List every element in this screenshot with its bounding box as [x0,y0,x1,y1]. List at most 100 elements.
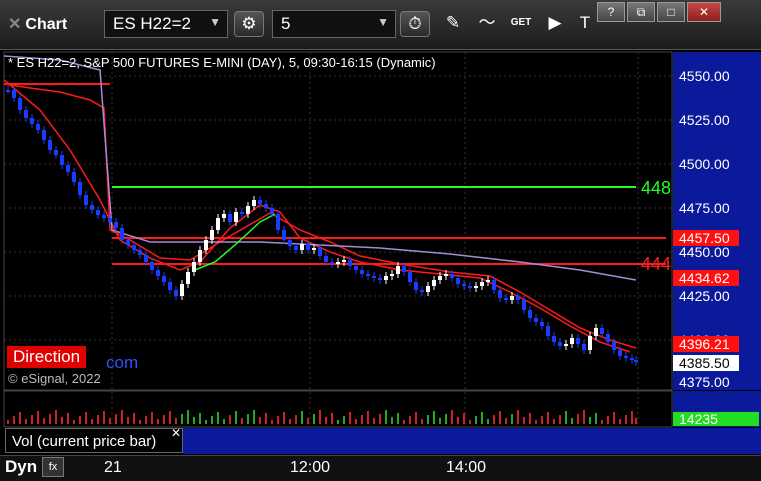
price-tick-label: 4550.00 [679,68,730,84]
volume-bar [439,418,441,424]
candle [360,270,364,274]
candle [528,310,532,318]
volume-bar [373,418,375,424]
restore-button[interactable]: ⧉ [627,2,655,22]
candle [516,296,520,300]
volume-bar [517,410,519,424]
candle [426,286,430,292]
candle [300,244,304,250]
candle [72,172,76,182]
candle [84,195,88,205]
volume-bar [115,414,117,424]
candle [318,248,322,256]
interval-field[interactable]: 5 ▼ [272,10,396,38]
close-x-icon[interactable]: ✕ [8,16,21,33]
candle [192,262,196,272]
candle [432,280,436,286]
close-window-button[interactable]: ✕ [687,2,721,22]
time-tick: 14:00 [446,459,487,476]
volume-bar [73,420,75,424]
candle [222,214,226,218]
volume-bar [635,418,637,424]
volume-bar [175,418,177,424]
volume-bar [319,410,321,424]
close-icon[interactable]: ✕ [171,426,181,440]
restore-icon: ⧉ [636,5,646,19]
draw-pencil-button[interactable]: ✎ [438,11,468,37]
volume-bar [289,419,291,424]
get-button[interactable]: GET [506,11,536,37]
volume-bar [61,417,63,424]
play-button[interactable]: ▶ [540,11,570,37]
chevron-down-icon[interactable]: ▼ [377,15,389,29]
volume-bar [433,411,435,424]
chart-subtitle: * ES H22=2, S&P 500 FUTURES E-MINI (DAY)… [8,55,436,70]
volume-bar [451,410,453,424]
volume-bar [523,417,525,424]
candle [78,182,82,195]
volume-bar [415,412,417,424]
copyright-text: © eSignal, 2022 [8,371,101,386]
candle [456,278,460,284]
symbol-value: ES H22=2 [113,14,191,33]
volume-bar [571,418,573,424]
candle [276,214,280,230]
candle [390,274,394,276]
candle [180,284,184,296]
candle [576,338,580,344]
candle [60,155,64,165]
candle [132,245,136,250]
text-tool-button[interactable]: T [570,11,600,37]
get-icon: GET [510,17,532,28]
volume-bar [397,413,399,424]
dynamic-mode-label[interactable]: Dyn [5,457,37,477]
volume-bar [157,419,159,424]
clock-icon: ⏱ [408,14,422,33]
clock-button[interactable]: ⏱ [400,11,430,37]
volume-bar [265,413,267,424]
candle [618,350,622,356]
candle [438,276,442,280]
candle [156,270,160,276]
volume-bar [337,420,339,424]
volume-bar [79,416,81,424]
volume-bar [85,412,87,424]
minimize-button[interactable]: □ [657,2,685,22]
chevron-down-icon[interactable]: ▼ [209,15,221,29]
volume-bar [559,415,561,424]
symbol-field[interactable]: ES H22=2 ▼ [104,10,228,38]
volume-bar [241,418,243,424]
volume-bar [589,417,591,424]
price-chart[interactable]: 4550.00 4525.00 4500.00 4475.00 4450.00 4425.… [0,50,761,481]
price-tick-label: 4475.00 [679,200,730,216]
volume-bar [217,412,219,424]
candle [36,124,40,130]
volume-bar [97,415,99,424]
candle [246,206,250,214]
candle [114,222,118,228]
candle [588,336,592,350]
candle [492,280,496,290]
candle [558,342,562,346]
fx-button[interactable]: fx [42,457,64,477]
candle [462,284,466,286]
volume-footer [183,428,673,454]
volume-bar [463,413,465,424]
ma-value-badge: 4396.21 [679,336,730,352]
candle [18,98,22,110]
candle [30,118,34,124]
volume-bar [391,417,393,424]
volume-bar [403,420,405,424]
volume-bar [259,417,261,424]
study-button[interactable]: 〜 [472,11,502,37]
help-button[interactable]: ? [597,2,625,22]
volume-bar [493,415,495,424]
volume-bar [103,411,105,424]
volume-bar [361,415,363,424]
volume-bar [163,415,165,424]
volume-bar [613,412,615,424]
settings-gear-button[interactable]: ⚙ [234,11,264,37]
volume-bar [535,420,537,424]
candle [372,276,376,278]
time-tick: 21 [104,459,122,476]
